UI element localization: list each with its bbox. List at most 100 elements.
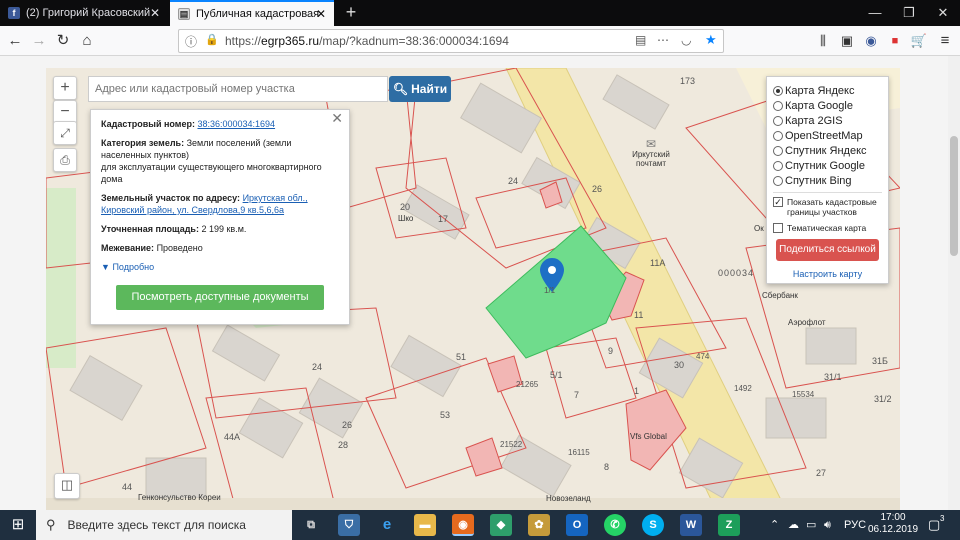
category-label: Категория земель: bbox=[101, 138, 185, 148]
view-documents-button[interactable]: Посмотреть доступные документы bbox=[116, 285, 324, 310]
notifications-icon[interactable]: ▢ bbox=[928, 510, 940, 540]
house-number: 1492 bbox=[734, 384, 752, 393]
site-info-icon[interactable]: ⓘ bbox=[185, 33, 197, 50]
clock-date: 06.12.2019 bbox=[867, 524, 919, 535]
taskbar-search[interactable]: ⚲ Введите здесь текст для поиска bbox=[36, 510, 292, 540]
tray-chevron-icon[interactable]: ⌃ bbox=[770, 510, 779, 540]
cadastral-checkbox-label: Показать кадастровые границы участков bbox=[787, 197, 877, 217]
map-canvas[interactable]: ✉ Иркутский почтамт Шко 000034 Сбербанк А… bbox=[46, 68, 900, 510]
close-icon[interactable]: ✕ bbox=[331, 111, 343, 125]
lock-icon[interactable]: 🔒 bbox=[205, 33, 219, 46]
house-number: 20 bbox=[400, 202, 411, 212]
address-bar[interactable]: ⓘ 🔒 https://egrp365.ru/map/?kadnum=38:36… bbox=[178, 29, 724, 53]
details-toggle[interactable]: ▼ Подробно bbox=[101, 261, 339, 273]
reader-view-icon[interactable]: ▤ bbox=[635, 33, 646, 47]
menu-icon[interactable]: ≡ bbox=[934, 30, 956, 52]
library-icon[interactable]: ⫼ bbox=[812, 30, 834, 52]
map-label-school: Шко bbox=[398, 214, 414, 223]
bookmark-star-icon[interactable]: ★ bbox=[705, 32, 717, 48]
search-button[interactable]: 🔍︎ Найти bbox=[389, 76, 451, 102]
clock[interactable]: 17:00 06.12.2019 bbox=[866, 512, 920, 536]
page-actions-icon[interactable]: ⋯ bbox=[657, 33, 669, 47]
account-icon[interactable]: ◉ bbox=[860, 30, 882, 52]
cloud-icon[interactable]: ☁ bbox=[788, 510, 799, 540]
skype-icon[interactable]: S bbox=[642, 514, 664, 536]
navigation-bar: ← → ↻ ⌂ ⓘ 🔒 https://egrp365.ru/map/?kadn… bbox=[0, 26, 960, 56]
share-link-button[interactable]: Поделиться ссылкой bbox=[776, 239, 879, 261]
map-type-option[interactable]: Карта 2GIS bbox=[773, 113, 882, 128]
home-icon[interactable]: ⌂ bbox=[76, 30, 98, 52]
map-type-option[interactable]: Спутник Яндекс bbox=[773, 143, 882, 158]
cart-extension-icon[interactable]: 🛒 bbox=[908, 30, 930, 52]
app-icon[interactable]: ✿ bbox=[528, 514, 550, 536]
house-number: 24 bbox=[312, 362, 323, 372]
forward-icon[interactable]: → bbox=[28, 30, 50, 52]
firefox-icon[interactable]: ◉ bbox=[452, 514, 474, 536]
pocket-icon[interactable]: ◡ bbox=[681, 33, 691, 47]
zoom-in-button[interactable]: + bbox=[53, 76, 77, 100]
word-icon[interactable]: W bbox=[680, 514, 702, 536]
whatsapp-icon[interactable]: ✆ bbox=[604, 514, 626, 536]
tune-map-link[interactable]: Настроить карту bbox=[773, 269, 882, 279]
tab-facebook[interactable]: f (2) Григорий Красовский ✕ bbox=[0, 0, 168, 26]
post-office-label: Иркутский почтамт bbox=[632, 150, 670, 168]
search-field[interactable] bbox=[88, 76, 388, 102]
map-label-novozeland: Новозеланд bbox=[546, 494, 591, 503]
map-label-genkonsul: Генконсульство Кореи bbox=[138, 493, 221, 502]
details-label: Подробно bbox=[112, 262, 155, 272]
file-explorer-icon[interactable]: ▬ bbox=[414, 514, 436, 536]
minimize-button[interactable]: — bbox=[858, 0, 892, 26]
close-tab-icon[interactable]: ✕ bbox=[316, 7, 326, 21]
house-number: 51 bbox=[456, 352, 467, 362]
restore-button[interactable]: ❐ bbox=[892, 0, 926, 26]
map-type-option[interactable]: Карта Яндекс bbox=[773, 83, 882, 98]
edge-icon[interactable]: e bbox=[376, 514, 398, 536]
checkbox-checked-icon: ✓ bbox=[773, 197, 783, 207]
new-tab-button[interactable]: + bbox=[340, 2, 362, 24]
page-scrollbar[interactable] bbox=[948, 56, 960, 510]
map-layers-toggle-icon[interactable]: ◫ bbox=[54, 473, 80, 499]
search-icon: ⚲ bbox=[46, 517, 56, 532]
house-number: 21265 bbox=[516, 380, 539, 389]
app-icon[interactable]: ◆ bbox=[490, 514, 512, 536]
house-number: 31/2 bbox=[874, 394, 892, 404]
thematic-checkbox[interactable]: Тематическая карта bbox=[773, 223, 882, 233]
map-type-option[interactable]: OpenStreetMap bbox=[773, 128, 882, 143]
map-type-option[interactable]: Карта Google bbox=[773, 98, 882, 113]
fullscreen-icon[interactable]: ⤢ bbox=[53, 121, 77, 145]
map-type-option[interactable]: Спутник Bing bbox=[773, 173, 882, 188]
close-window-button[interactable]: ✕ bbox=[926, 0, 960, 26]
house-number: 30 bbox=[674, 360, 685, 370]
map-type-option[interactable]: Спутник Google bbox=[773, 158, 882, 173]
thematic-checkbox-label: Тематическая карта bbox=[787, 223, 867, 233]
tab-cadastral-map[interactable]: ▤ Публичная кадастровая карта ✕ bbox=[170, 0, 334, 26]
map-type-list: Карта Яндекс Карта Google Карта 2GIS OpenSt… bbox=[773, 83, 882, 188]
network-icon[interactable]: ▭ bbox=[806, 510, 816, 540]
house-number: 27 bbox=[816, 468, 827, 478]
print-icon[interactable]: ⎙ bbox=[53, 148, 77, 172]
map-label-post: ✉ Иркутский почтамт bbox=[632, 137, 670, 168]
outlook-icon[interactable]: O bbox=[566, 514, 588, 536]
cadastral-checkbox[interactable]: ✓ Показать кадастровые границы участков bbox=[773, 197, 882, 217]
checkbox-empty-icon bbox=[773, 223, 783, 233]
page-viewport: ✉ Иркутский почтамт Шко 000034 Сбербанк А… bbox=[0, 56, 960, 510]
extension-flag-icon[interactable]: ■ bbox=[884, 30, 906, 52]
house-number: 11А bbox=[650, 258, 666, 268]
tab-strip: f (2) Григорий Красовский ✕ ▤ Публичная … bbox=[0, 0, 960, 26]
url-text: https://egrp365.ru/map/?kadnum=38:36:000… bbox=[225, 34, 509, 48]
language-indicator[interactable]: РУС bbox=[844, 510, 866, 540]
volume-icon[interactable]: 🔊︎ bbox=[824, 510, 831, 540]
store-icon[interactable]: ⛉ bbox=[338, 514, 360, 536]
back-icon[interactable]: ← bbox=[4, 30, 26, 52]
app-icon[interactable]: Z bbox=[718, 514, 740, 536]
park-area bbox=[46, 188, 76, 368]
sidebar-icon[interactable]: ▣ bbox=[836, 30, 858, 52]
house-number: 31Б bbox=[872, 356, 888, 366]
task-view-icon[interactable]: ⧉ bbox=[300, 514, 322, 536]
search-input[interactable] bbox=[95, 83, 387, 95]
kadnum-link[interactable]: 38:36:000034:1694 bbox=[197, 119, 275, 129]
scrollbar-thumb[interactable] bbox=[950, 136, 958, 256]
close-tab-icon[interactable]: ✕ bbox=[150, 6, 160, 20]
reload-icon[interactable]: ↻ bbox=[52, 30, 74, 52]
windows-start-icon[interactable]: ⊞ bbox=[0, 510, 36, 540]
